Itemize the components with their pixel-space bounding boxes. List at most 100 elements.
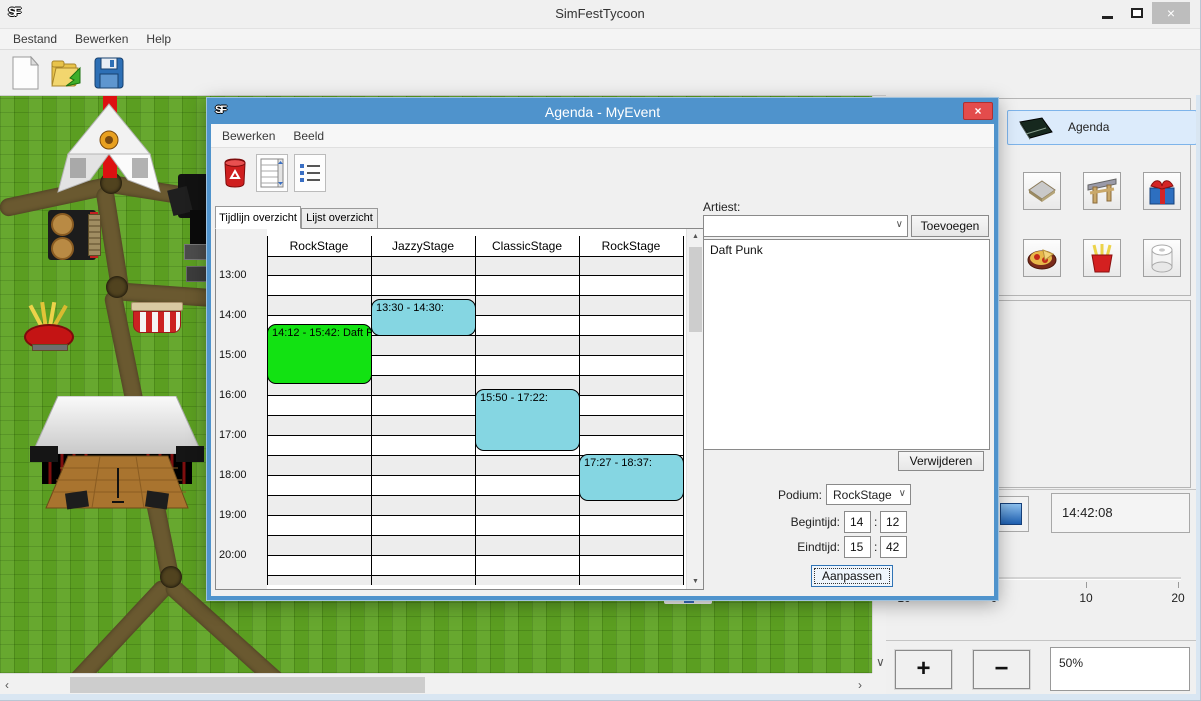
- bench[interactable]: [32, 344, 68, 351]
- scroll-left-icon[interactable]: ‹: [5, 677, 9, 693]
- podium-combobox-value: RockStage: [833, 488, 892, 502]
- main-stage[interactable]: [30, 396, 204, 516]
- fries-icon: [1089, 243, 1115, 273]
- timeline-view-icon: [260, 158, 284, 188]
- minimize-button[interactable]: [1092, 2, 1122, 24]
- dialog-close-button[interactable]: ×: [963, 102, 993, 120]
- agenda-book-icon: [1018, 116, 1054, 140]
- new-document-icon: [10, 56, 40, 90]
- save-project-button[interactable]: [90, 54, 128, 92]
- column-header-jazzystage: JazzyStage: [371, 236, 475, 256]
- time-gutter: 13:0014:0015:0016:0017:0018:0019:0020:00: [216, 229, 267, 589]
- shop-item-fries[interactable]: [1083, 239, 1121, 277]
- eindtijd-label: Eindtijd:: [716, 540, 840, 554]
- agenda-button[interactable]: Agenda: [1007, 110, 1197, 145]
- zoom-level-field[interactable]: 50%: [1050, 647, 1190, 691]
- close-button[interactable]: ×: [1152, 2, 1190, 24]
- game-clock: 14:42:08: [1051, 493, 1190, 533]
- artist-listbox[interactable]: Daft Punk: [703, 239, 990, 450]
- schedule-event[interactable]: 17:27 - 18:37:: [579, 454, 684, 501]
- zoom-out-button[interactable]: −: [973, 650, 1030, 689]
- menu-item-bestand[interactable]: Bestand: [4, 29, 66, 49]
- open-folder-icon: [50, 56, 84, 90]
- shop-item-pizza[interactable]: [1023, 239, 1061, 277]
- time-label: 15:00: [219, 349, 265, 361]
- menu-item-help[interactable]: Help: [137, 29, 180, 49]
- artist-label: Artiest:: [703, 200, 740, 214]
- menu-item-bewerken[interactable]: Bewerken: [66, 29, 137, 49]
- party-tent[interactable]: [56, 102, 162, 194]
- shop-item-toilet-paper[interactable]: [1143, 239, 1181, 277]
- remove-button[interactable]: Verwijderen: [898, 451, 984, 471]
- maximize-icon: [1131, 8, 1143, 18]
- slider-tick: [1086, 582, 1087, 588]
- shop-item-road-tile[interactable]: [1023, 172, 1061, 210]
- artist-list-item[interactable]: Daft Punk: [704, 240, 989, 259]
- dialog-titlebar[interactable]: SF Agenda - MyEvent ×: [211, 102, 994, 124]
- path-junction: [106, 276, 128, 298]
- list-view-button[interactable]: [294, 154, 326, 192]
- dialog-menu-item-bewerken[interactable]: Bewerken: [213, 124, 284, 148]
- begintijd-minute-field[interactable]: 12: [880, 511, 907, 533]
- grid-line: [683, 236, 684, 585]
- ticket-booth[interactable]: [131, 302, 183, 334]
- scroll-right-icon[interactable]: ›: [858, 677, 862, 693]
- window-bottom-border: [0, 694, 1201, 701]
- timeline-view-button[interactable]: [256, 154, 288, 192]
- new-document-button[interactable]: [6, 54, 44, 92]
- path-junction: [160, 566, 182, 588]
- main-menubar: BestandBewerkenHelp: [0, 28, 1200, 50]
- app-window: SF SimFestTycoon × BestandBewerkenHelp: [0, 0, 1201, 701]
- scroll-up-icon[interactable]: ▲: [687, 233, 704, 240]
- scroll-down-icon[interactable]: ▼: [687, 578, 704, 585]
- zoom-in-button[interactable]: +: [895, 650, 952, 689]
- bench[interactable]: [88, 214, 101, 256]
- chevron-down-icon: ∨: [899, 488, 906, 499]
- road-tile-icon: [1027, 179, 1057, 203]
- time-label: 14:00: [219, 309, 265, 321]
- minimize-icon: [1102, 16, 1113, 19]
- scrollbar-thumb[interactable]: [689, 247, 702, 332]
- time-label: 16:00: [219, 389, 265, 401]
- dialog-menu-item-beeld[interactable]: Beeld: [284, 124, 333, 148]
- time-label: 19:00: [219, 509, 265, 521]
- scrollbar-thumb[interactable]: [70, 677, 425, 693]
- eindtijd-hour-field[interactable]: 15: [844, 536, 871, 558]
- trash-icon: [222, 157, 248, 189]
- time-label: 18:00: [219, 469, 265, 481]
- dialog-menubar: BewerkenBeeld: [211, 124, 994, 148]
- podium-combobox[interactable]: RockStage ∨: [826, 484, 911, 505]
- timeline-panel: 13:0014:0015:0016:0017:0018:0019:0020:00…: [215, 228, 704, 590]
- shop-item-gift[interactable]: [1143, 172, 1181, 210]
- schedule-event[interactable]: 13:30 - 14:30:: [371, 299, 476, 336]
- slider-tick-label: 10: [1066, 591, 1106, 605]
- slider-tick: [1178, 582, 1179, 588]
- pizza-icon: [1027, 246, 1057, 270]
- blue-square-icon: [1000, 503, 1022, 525]
- schedule-event[interactable]: 14:12 - 15:42: Daft Punk: [267, 324, 372, 384]
- add-artist-button[interactable]: Toevoegen: [911, 215, 989, 237]
- eindtijd-minute-field[interactable]: 42: [880, 536, 907, 558]
- save-floppy-icon: [93, 56, 125, 90]
- open-project-button[interactable]: [48, 54, 86, 92]
- grid-vertical-scrollbar[interactable]: ▲ ▼: [686, 229, 703, 589]
- scroll-down-icon[interactable]: ∨: [876, 654, 885, 670]
- tab-lijst-overzicht[interactable]: Lijst overzicht: [301, 208, 378, 229]
- begintijd-hour-field[interactable]: 14: [844, 511, 871, 533]
- time-label: 13:00: [219, 269, 265, 281]
- begintijd-label: Begintijd:: [716, 515, 840, 529]
- play-button[interactable]: [993, 496, 1029, 532]
- artist-combobox[interactable]: ∨: [703, 215, 908, 237]
- delete-item-button[interactable]: [219, 154, 251, 192]
- maximize-button[interactable]: [1122, 2, 1152, 24]
- tab-tijdlijn-overzicht[interactable]: Tijdlijn overzicht: [215, 206, 301, 229]
- map-horizontal-scrollbar[interactable]: ‹ ›: [0, 673, 872, 695]
- apply-button[interactable]: Aanpassen: [811, 565, 893, 587]
- schedule-event[interactable]: 15:50 - 17:22:: [475, 389, 580, 451]
- window-titlebar: SF SimFestTycoon ×: [0, 0, 1200, 28]
- grid-line: [267, 236, 268, 585]
- scrollbar-corner: [872, 673, 886, 695]
- shop-item-entrance-gate[interactable]: [1083, 172, 1121, 210]
- schedule-grid[interactable]: RockStageJazzyStageClassicStageRockStage…: [267, 236, 684, 585]
- zoom-panel: + − 50%: [886, 640, 1196, 689]
